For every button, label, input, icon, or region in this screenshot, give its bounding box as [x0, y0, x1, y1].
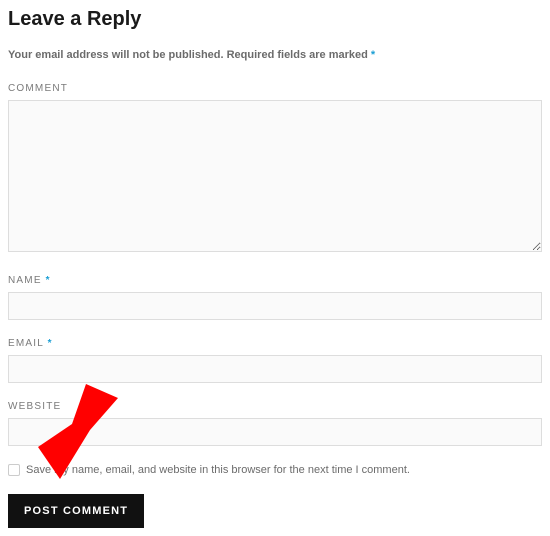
consent-row: Save my name, email, and website in this…	[8, 464, 542, 476]
name-input[interactable]	[8, 292, 542, 320]
name-label: NAME *	[8, 275, 542, 286]
comment-textarea[interactable]	[8, 100, 542, 252]
website-label: WEBSITE	[8, 401, 542, 412]
comment-field-group: COMMENT	[8, 83, 542, 257]
email-field-group: EMAIL *	[8, 338, 542, 383]
website-input[interactable]	[8, 418, 542, 446]
email-privacy-notice: Your email address will not be published…	[8, 49, 542, 61]
notice-text: Your email address will not be published…	[8, 49, 371, 61]
post-comment-button[interactable]: POST COMMENT	[8, 494, 144, 528]
email-required-marker: *	[48, 338, 53, 349]
email-label-text: EMAIL	[8, 338, 48, 349]
comment-label: COMMENT	[8, 83, 542, 94]
save-info-checkbox[interactable]	[8, 464, 20, 476]
name-label-text: NAME	[8, 275, 46, 286]
reply-heading: Leave a Reply	[8, 8, 542, 31]
required-marker: *	[371, 49, 375, 61]
name-field-group: NAME *	[8, 275, 542, 320]
name-required-marker: *	[46, 275, 51, 286]
save-info-label: Save my name, email, and website in this…	[26, 464, 410, 476]
email-label: EMAIL *	[8, 338, 542, 349]
email-input[interactable]	[8, 355, 542, 383]
website-field-group: WEBSITE	[8, 401, 542, 446]
